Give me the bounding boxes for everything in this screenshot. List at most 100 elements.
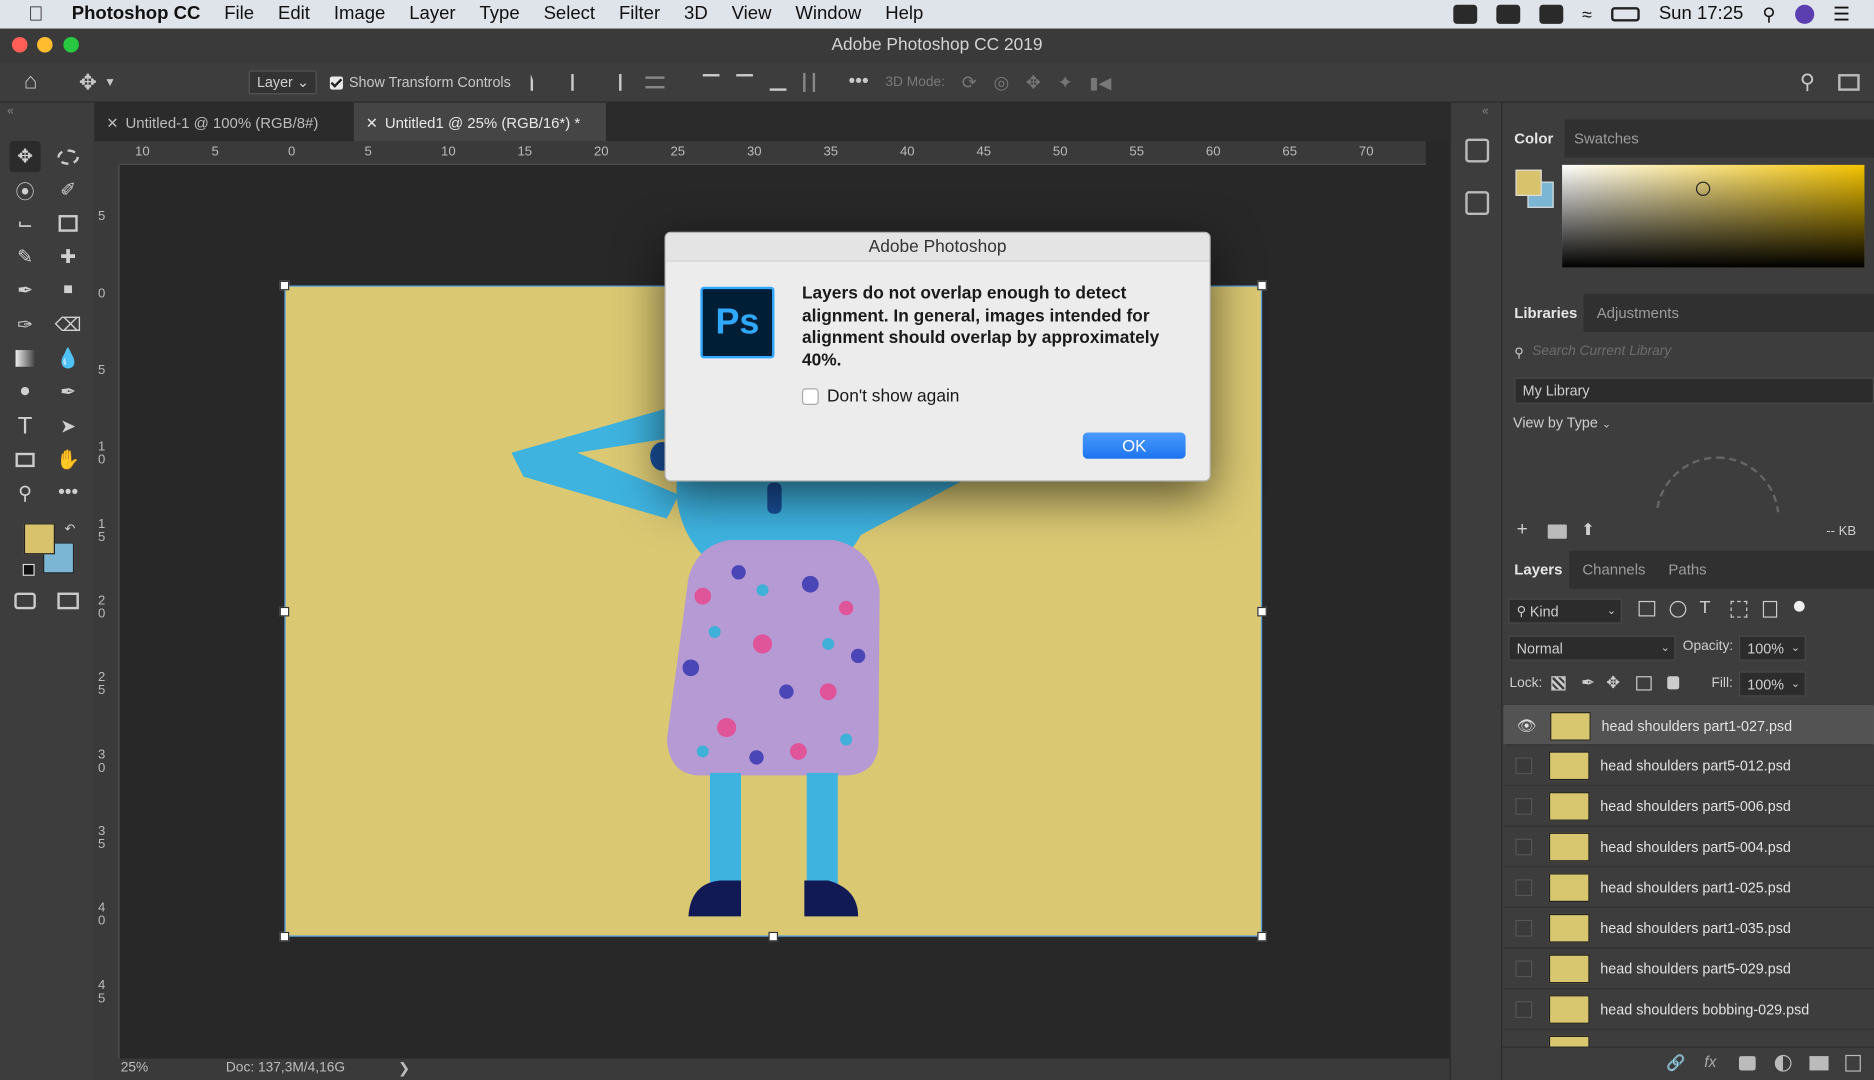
visibility-toggle[interactable] <box>1515 879 1533 897</box>
color-picker-field[interactable] <box>1562 164 1865 268</box>
align-horizontal-center-icon[interactable] <box>571 74 588 91</box>
tab-paths[interactable]: Paths <box>1668 551 1716 589</box>
clock[interactable]: Sun 17:25 <box>1659 4 1743 26</box>
siri-icon[interactable] <box>1794 4 1814 24</box>
menu-layer[interactable]: Layer <box>397 4 467 26</box>
menu-image[interactable]: Image <box>322 4 397 26</box>
opacity-input[interactable]: 100% ⌄ <box>1738 635 1806 661</box>
quick-selection-tool-icon[interactable]: ✐ <box>53 174 84 205</box>
screen-mode-icon[interactable] <box>53 585 84 616</box>
align-bottom-icon[interactable] <box>769 74 787 91</box>
search-icon[interactable]: ⚲ <box>1800 62 1815 103</box>
menu-3d[interactable]: 3D <box>672 4 720 26</box>
elliptical-marquee-tool-icon[interactable] <box>53 141 84 172</box>
layer-row[interactable]: head shoulders bobbing-029.psd <box>1503 989 1874 1030</box>
menu-view[interactable]: View <box>720 4 784 26</box>
distribute-icon[interactable] <box>645 76 665 89</box>
view-by-type-dropdown[interactable]: View by Type ⌄ <box>1513 415 1611 432</box>
frame-tool-icon[interactable] <box>53 208 84 239</box>
layer-row[interactable]: 👁 head shoulders part1-027.psd <box>1503 704 1874 747</box>
library-folder-icon[interactable] <box>1547 524 1567 539</box>
tab-adjustments[interactable]: Adjustments <box>1597 294 1705 332</box>
transform-handle-bottom-middle[interactable] <box>768 931 779 942</box>
layer-style-fx-icon[interactable]: fx <box>1704 1053 1716 1071</box>
apple-icon[interactable]:  <box>0 2 72 26</box>
layer-name[interactable]: head shoulders part5-012.psd <box>1600 745 1791 786</box>
eyedropper-tool-icon[interactable]: ✎ <box>10 241 41 272</box>
layer-row[interactable]: head shoulders part1-035.psd <box>1503 908 1874 949</box>
layer-name[interactable]: head shoulders part1-035.psd <box>1600 908 1791 949</box>
move-tool-preset-icon[interactable]: ✥ ▼ <box>79 62 116 103</box>
more-options-icon[interactable]: ••• <box>849 72 869 94</box>
align-right-icon[interactable] <box>605 74 622 91</box>
link-layers-icon[interactable]: 🔗 <box>1666 1054 1685 1073</box>
filter-type-layers-icon[interactable]: T <box>1700 597 1711 617</box>
menu-app-name[interactable]: Photoshop CC <box>72 4 213 26</box>
hand-tool-icon[interactable]: ✋ <box>53 444 84 475</box>
layer-name[interactable]: head shoulders part1-025.psd <box>1600 867 1791 908</box>
type-tool-icon[interactable]: T <box>10 411 41 442</box>
tab-untitled-1[interactable]: ✕ Untitled-1 @ 100% (RGB/8#) <box>94 103 353 141</box>
home-icon[interactable]: ⌂ <box>24 62 38 103</box>
ok-button[interactable]: OK <box>1082 432 1186 459</box>
menu-type[interactable]: Type <box>468 4 532 26</box>
ruler-origin[interactable] <box>94 140 120 165</box>
rectangle-tool-icon[interactable] <box>10 444 41 475</box>
transform-handle-top-left[interactable] <box>279 280 290 291</box>
horizontal-ruler[interactable]: 10 5 0 5 10 15 20 25 30 35 40 45 50 55 6… <box>119 140 1426 165</box>
clone-stamp-tool-icon[interactable]: ⏹ <box>53 275 84 306</box>
menu-edit[interactable]: Edit <box>266 4 322 26</box>
menu-help[interactable]: Help <box>873 4 935 26</box>
swap-colors-icon[interactable]: ↶ <box>65 521 76 536</box>
layer-kind-filter[interactable]: ⚲ Kind ⌄ <box>1508 598 1622 624</box>
foreground-color-swatch[interactable] <box>23 523 55 555</box>
menu-filter[interactable]: Filter <box>607 4 672 26</box>
visibility-toggle[interactable] <box>1515 757 1533 775</box>
wechat-icon[interactable] <box>1452 4 1477 24</box>
library-dropdown[interactable]: My Library <box>1514 377 1874 404</box>
dont-show-again-label[interactable]: Don't show again <box>827 387 959 406</box>
spotlight-search-icon[interactable]: ⚲ <box>1762 4 1775 25</box>
gradient-tool-icon[interactable] <box>10 343 41 374</box>
library-search-input[interactable]: Search Current Library <box>1532 344 1671 358</box>
filter-toggle-icon[interactable] <box>1793 600 1805 612</box>
transform-handle-middle-left[interactable] <box>279 606 290 617</box>
fill-input[interactable]: 100% ⌄ <box>1738 671 1806 697</box>
filter-smart-objects-icon[interactable] <box>1762 600 1778 618</box>
lock-position-icon[interactable]: ✥ <box>1606 673 1620 693</box>
visibility-toggle[interactable] <box>1515 960 1533 978</box>
workspace-icon[interactable] <box>1838 62 1860 103</box>
filter-adjustment-layers-icon[interactable] <box>1669 600 1687 618</box>
tab-swatches[interactable]: Swatches <box>1574 119 1658 157</box>
layer-row[interactable]: head shoulders part5-006.psd <box>1503 786 1874 827</box>
eraser-tool-icon[interactable]: ⌫ <box>53 309 84 340</box>
transform-handle-bottom-left[interactable] <box>279 931 290 942</box>
quick-mask-icon[interactable] <box>10 585 41 616</box>
move-tool-icon[interactable]: ✥ <box>9 140 41 173</box>
collapse-toolbar-icon[interactable]: « <box>7 105 14 118</box>
filter-shape-layers-icon[interactable] <box>1730 600 1748 618</box>
zoom-tool-icon[interactable]: ⚲ <box>10 478 41 509</box>
tab-channels[interactable]: Channels <box>1582 551 1654 589</box>
layer-row[interactable]: head shoulders part1-025.psd <box>1503 867 1874 908</box>
transform-handle-middle-right[interactable] <box>1257 606 1267 617</box>
lock-transparent-pixels-icon[interactable] <box>1551 676 1566 691</box>
tray-app-icon[interactable] <box>1496 4 1520 24</box>
eye-visibility-icon[interactable]: 👁 <box>1517 717 1537 736</box>
more-tools-icon[interactable]: ••• <box>53 478 84 509</box>
show-transform-controls-checkbox[interactable]: Show Transform Controls <box>329 62 511 103</box>
pen-tool-icon[interactable]: ✒ <box>53 376 84 407</box>
menu-select[interactable]: Select <box>532 4 607 26</box>
close-tab-icon[interactable]: ✕ <box>106 103 118 144</box>
layer-name[interactable]: head shoulders part1-027.psd <box>1602 706 1793 747</box>
lock-artboard-icon[interactable] <box>1636 676 1652 691</box>
minimize-window-button[interactable] <box>37 37 53 53</box>
color-picker-cursor[interactable] <box>1695 181 1711 196</box>
battery-icon[interactable] <box>1611 7 1640 22</box>
status-menu-arrow-icon[interactable]: ❯ <box>398 1060 410 1077</box>
lasso-tool-icon[interactable]: ⦿ <box>10 174 41 205</box>
tab-libraries[interactable]: Libraries <box>1502 293 1584 333</box>
lock-all-icon[interactable] <box>1667 676 1680 690</box>
menu-file[interactable]: File <box>212 4 266 26</box>
history-panel-icon[interactable] <box>1465 138 1490 163</box>
